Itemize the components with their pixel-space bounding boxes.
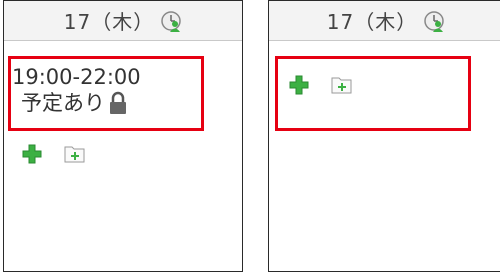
day-date: 17（木）	[63, 10, 155, 34]
people-clock-icon[interactable]	[423, 10, 445, 32]
day-column-right: 17（木）	[268, 0, 500, 272]
highlight-box	[8, 56, 204, 131]
action-row	[289, 75, 353, 95]
day-header: 17（木）	[4, 1, 242, 41]
day-column-left: 17（木） 19:00-22:00 予定あり	[3, 0, 243, 272]
folder-plus-icon[interactable]	[64, 144, 86, 164]
green-plus-icon[interactable]	[289, 75, 309, 95]
green-plus-icon[interactable]	[22, 144, 42, 164]
people-clock-icon[interactable]	[160, 10, 182, 32]
folder-plus-icon[interactable]	[331, 75, 353, 95]
day-header: 17（木）	[269, 1, 500, 41]
day-date: 17（木）	[326, 10, 418, 34]
action-row	[22, 144, 86, 164]
